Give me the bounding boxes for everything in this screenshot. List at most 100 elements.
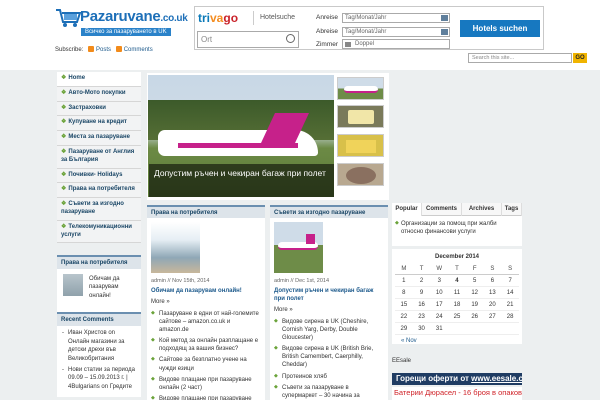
more-link[interactable]: More » [151, 299, 170, 305]
post-list-item[interactable]: Протеинов хляб [274, 373, 384, 381]
calendar-day: 2 [412, 274, 431, 287]
slider-thumb-bread[interactable] [337, 163, 384, 186]
post-list-item[interactable]: Пазаруване в едни от най-големите сайтов… [151, 310, 261, 334]
calendar-day: 17 [430, 298, 449, 311]
recent-comment-item[interactable]: Нови статии за периода 09.09 – 15.09.201… [60, 366, 138, 392]
site-logo[interactable]: Pazaruvane.co.uk Всичко за пазаруването … [55, 6, 190, 40]
tab-tags[interactable]: Tags [502, 203, 522, 216]
calendar-day: 23 [412, 310, 431, 323]
nav-item[interactable]: ❖ Купуване на кредит [57, 116, 141, 132]
nav-item[interactable]: ❖ Телекомуникационни услуги [57, 220, 141, 244]
nav-item[interactable]: ❖ Почивки- Holidays [57, 168, 141, 184]
post-meta: admin // Nov 15th, 2014 [151, 278, 210, 284]
anreise-date-field[interactable]: Tag/Monat/Jahr [342, 13, 450, 23]
anreise-label: Anreise [316, 14, 339, 21]
eesale-link[interactable]: www.eesale.co.uk [471, 374, 522, 383]
right-sidebar: Popular Comments Archives Tags ◆ Организ… [392, 203, 522, 344]
nav-item-label: Почивки- Holidays [68, 171, 123, 178]
calendar-icon[interactable] [441, 29, 448, 35]
calendar-day: 5 [465, 274, 484, 287]
bullet-icon: ❖ [61, 75, 67, 81]
eesale-banner[interactable]: Горещи оферти от www.eesale.co.uk [392, 373, 522, 385]
comments-feed-link[interactable]: Comments [124, 47, 153, 53]
post-image[interactable] [151, 222, 200, 273]
calendar-day[interactable]: 4 [448, 274, 466, 287]
popular-post-link[interactable]: Организации за помощ при жалби относно ф… [395, 220, 519, 236]
post-list-item[interactable]: Видове сирена в UK (Cheshire, Cornish Ya… [274, 318, 384, 342]
nav-item[interactable]: ❖ Пазаруване от Англия за България [57, 145, 141, 169]
ad-text-link[interactable]: Батерии Дюрасел - 16 броя в опаковка [392, 387, 522, 400]
slider-thumb-plane[interactable] [337, 77, 384, 100]
bullet-icon: ❖ [61, 104, 67, 111]
post-image[interactable] [274, 222, 323, 273]
nav-item-label: Права на потребителя [68, 186, 135, 193]
ort-input[interactable]: Ort [197, 31, 299, 48]
slider-thumb-cheese[interactable] [337, 105, 384, 128]
post-thumbnail[interactable] [63, 274, 83, 296]
calendar-day: 11 [448, 286, 466, 299]
nav-item[interactable]: ❖ Права на потребителя [57, 183, 141, 199]
calendar-day: 3 [430, 274, 449, 287]
calendar-day [501, 322, 519, 335]
eesale-label: EEsale [392, 358, 412, 364]
calendar-day: 19 [465, 298, 484, 311]
trivago-logo[interactable]: trivago [198, 11, 238, 25]
featured-slider: Допустим ръчен и чекиран багаж при полет [147, 73, 389, 200]
sidebar-nav: ❖ Home ❖ Авто-Мото покупки ❖ Застраховки ❖ Купу… [57, 72, 141, 244]
nav-item[interactable]: ❖ Авто-Мото покупки [57, 86, 141, 102]
nav-item[interactable]: ❖ Места за пазаруване [57, 131, 141, 146]
sidebar-box-title: Права на потребителя [57, 255, 141, 269]
nav-item[interactable]: ❖ Застраховки [57, 101, 141, 117]
post-list-item[interactable]: Видове плащане при пазаруване [151, 395, 261, 400]
nav-item[interactable]: ❖ Съвети за изгодно пазаруване [57, 198, 141, 221]
recent-comment-item[interactable]: Иван Христов on Онлайн магазини за детск… [60, 329, 138, 364]
calendar-day: 26 [465, 310, 484, 323]
calendar-day: 30 [412, 322, 431, 335]
shopping-cart-icon [56, 9, 81, 27]
calendar-day: 9 [412, 286, 431, 299]
post-list-item[interactable]: Видове сирена в UK (British Brie, Britis… [274, 345, 384, 369]
post-list-item[interactable]: Видове плащане при пазаруване онлайн (2 … [151, 376, 261, 392]
hotels-search-button[interactable]: Hotels suchen [460, 20, 540, 37]
post-list-item[interactable]: Съвети за пазаруване в супермаркет – 30 … [274, 384, 384, 400]
featured-caption[interactable]: Допустим ръчен и чекиран багаж при полет [149, 164, 334, 197]
logo-tagline: Всичко за пазаруването в UK [81, 28, 171, 36]
more-link[interactable]: More » [274, 307, 293, 313]
post-list-item[interactable]: Кой метод за онлайн разплащане е подходя… [151, 337, 261, 353]
tab-popular[interactable]: Popular [392, 203, 422, 216]
logo-brand: Pazaruvane.co.uk [80, 8, 188, 25]
post-title-link[interactable]: Допустим ръчен и чекиран багаж при полет [274, 287, 384, 303]
post-list-item[interactable]: Сайтове за безплатно учене на чужди езиц… [151, 356, 261, 372]
bullet-icon: ❖ [61, 119, 67, 126]
recent-comments-title: Recent Comments [57, 312, 141, 326]
posts-feed-link[interactable]: Posts [96, 47, 111, 53]
bullet-icon: ❖ [61, 89, 67, 96]
abreise-date-field[interactable]: Tag/Monat/Jahr [342, 27, 450, 37]
tab-content: ◆ Организации за помощ при жалби относно… [392, 216, 522, 246]
nav-item-label: Пазаруване от Англия за България [61, 148, 135, 163]
featured-image[interactable]: Допустим ръчен и чекиран багаж при полет [148, 75, 334, 197]
tab-archives[interactable]: Archives [462, 203, 502, 216]
site-header: Pazaruvane.co.uk Всичко за пазаруването … [0, 0, 600, 70]
tab-comments[interactable]: Comments [422, 203, 462, 216]
calendar-icon[interactable] [441, 15, 448, 21]
calendar-day: 20 [483, 298, 502, 311]
calendar-day: 7 [501, 274, 519, 287]
bed-icon [345, 42, 351, 47]
sidebar-recent-comments: Recent Comments Иван Христов on Онлайн м… [57, 312, 141, 397]
calendar-day: 28 [501, 310, 519, 323]
search-go-button[interactable]: GO [573, 53, 587, 63]
calendar-day: 25 [448, 310, 466, 323]
calendar-day: 1 [395, 274, 413, 287]
sidebar-post-link[interactable]: Обичам да пазарувам онлайн! [89, 275, 141, 300]
calendar-day: 31 [430, 322, 449, 335]
calendar-weekday: F [465, 264, 484, 275]
post-title-link[interactable]: Обичам да пазарувам онлайн! [151, 287, 261, 295]
nav-item[interactable]: ❖ Home [57, 72, 141, 87]
calendar-prev-link[interactable]: « Nov [401, 338, 417, 344]
rss-icon [88, 46, 95, 52]
slider-thumb-cheese-yellow[interactable] [337, 134, 384, 157]
site-search-input[interactable]: Search this site... [468, 53, 572, 63]
room-type-select[interactable]: Doppel [342, 39, 450, 49]
calendar-day [483, 322, 502, 335]
